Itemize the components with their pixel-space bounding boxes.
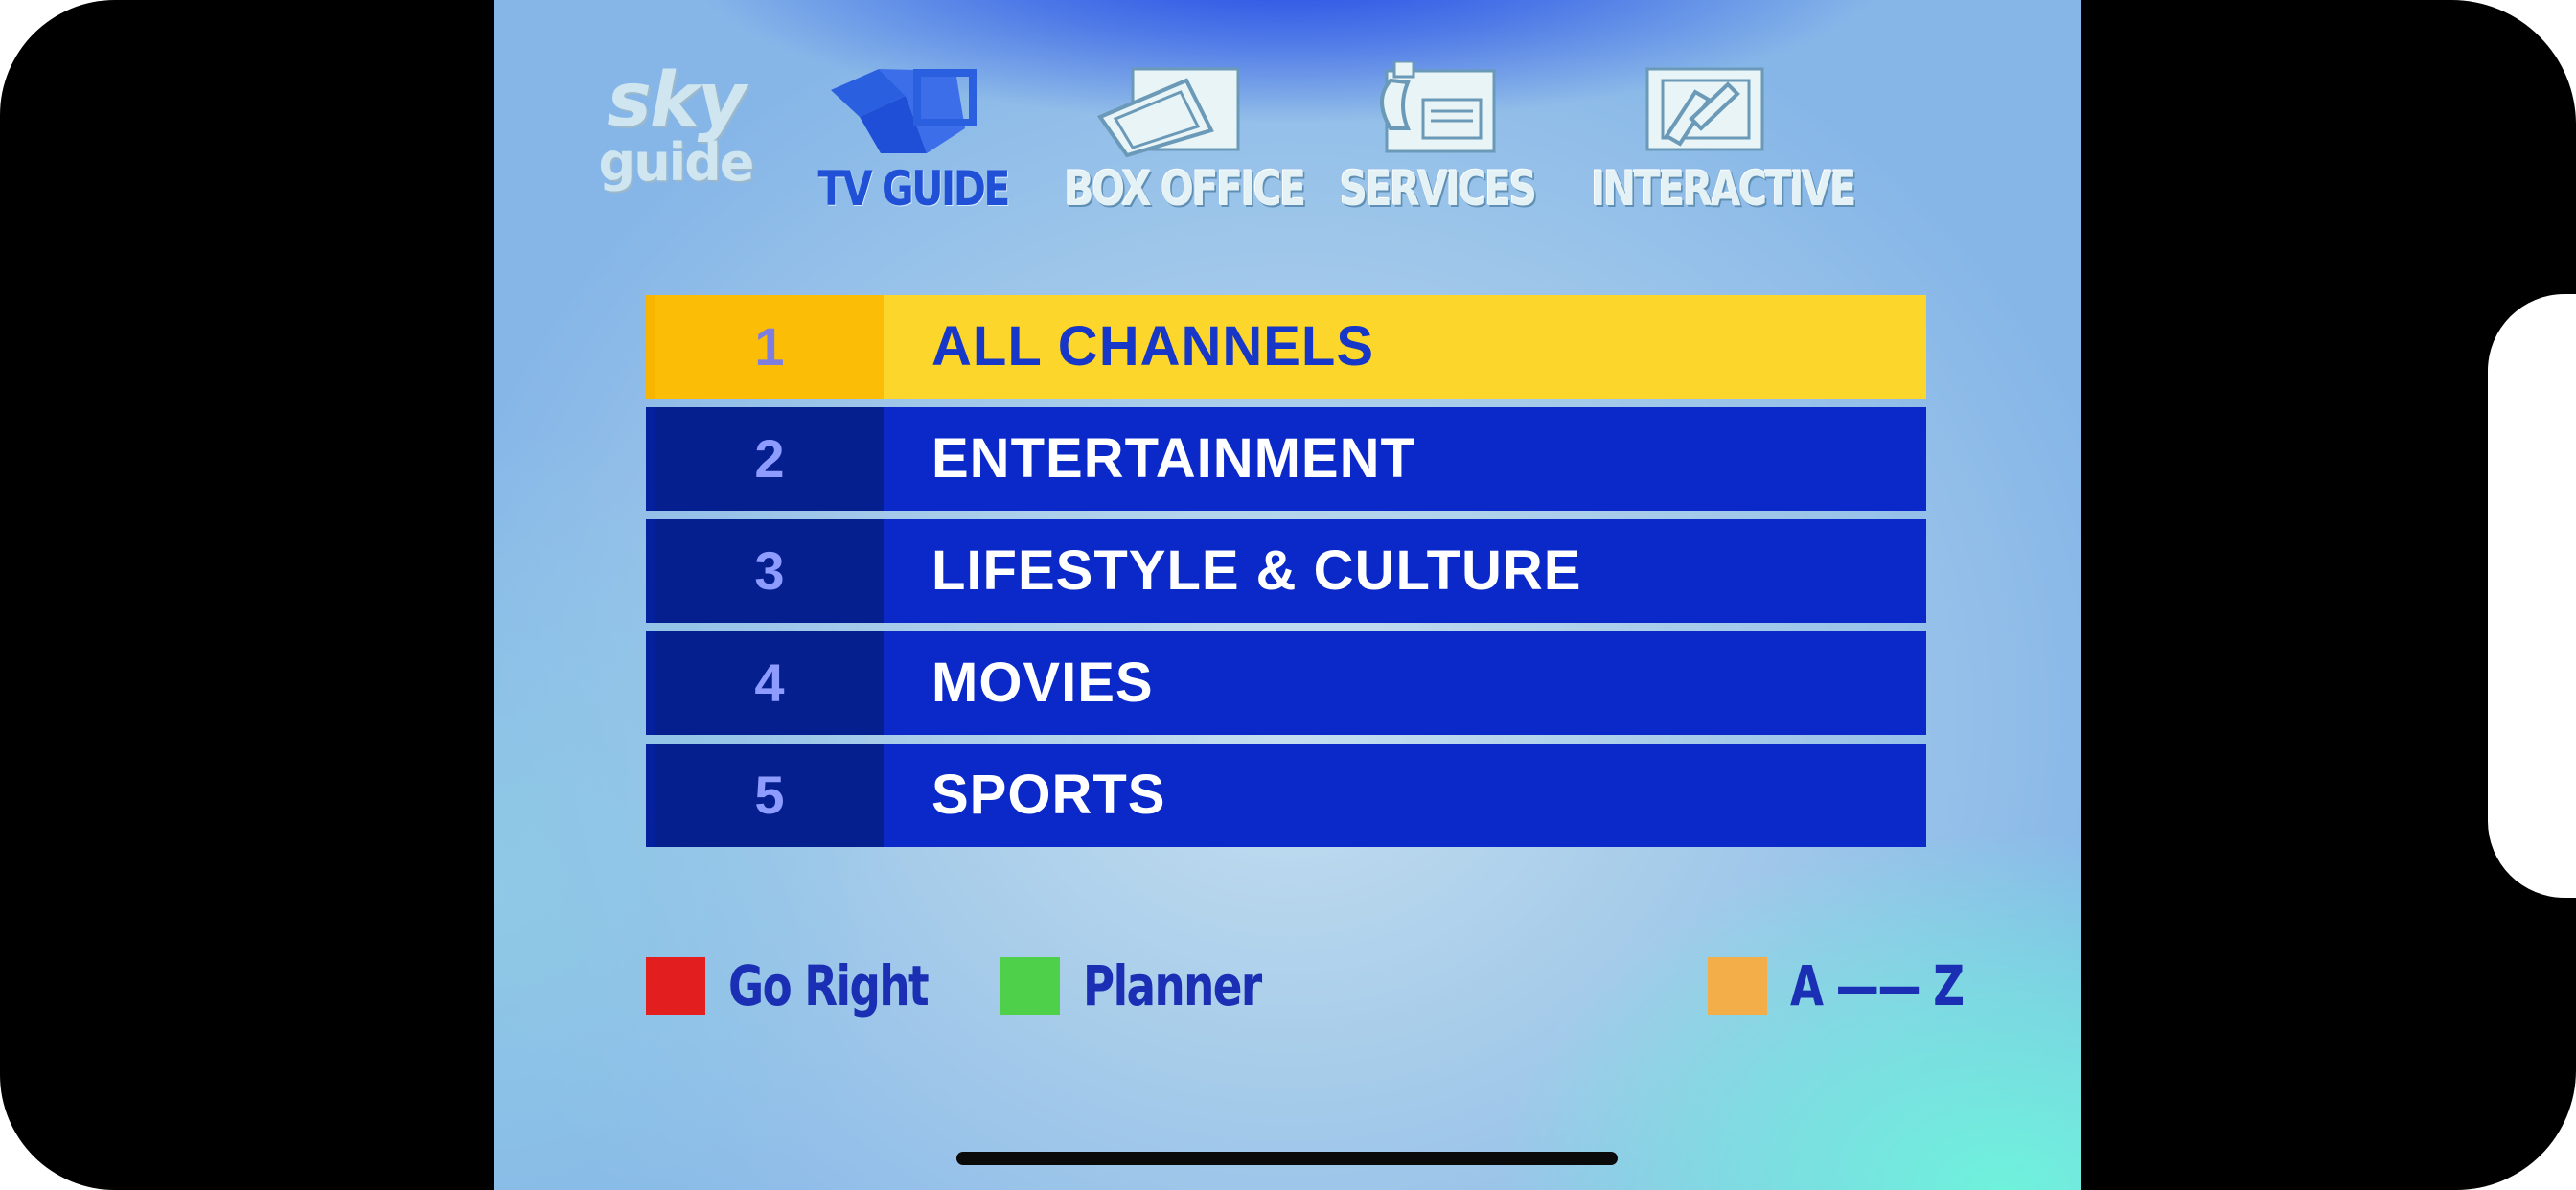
- nav-tv-guide-label: TV GUIDE: [817, 161, 1010, 217]
- nav-tv-guide[interactable]: TV GUIDE: [799, 61, 1010, 224]
- menu-item-number: 4: [656, 631, 884, 735]
- yellow-key-label: A —— Z: [1790, 953, 1965, 1018]
- home-indicator[interactable]: [956, 1152, 1618, 1165]
- sky-guide-logo: sky guide: [594, 57, 757, 220]
- menu-item-number: 3: [656, 519, 884, 623]
- phone-frame: sky guide TV GUIDE BOX OFFICE SERVICES I…: [0, 0, 2576, 1190]
- menu-item-label: ENTERTAINMENT: [932, 427, 1415, 490]
- yellow-button-icon: [1708, 957, 1767, 1015]
- menu-item-number: 2: [656, 407, 884, 511]
- green-key-label: Planner: [1083, 953, 1262, 1018]
- green-key-planner[interactable]: Planner: [1000, 953, 1311, 1018]
- channel-category-menu: 1 ALL CHANNELS 2 ENTERTAINMENT 3 LIFESTY…: [646, 295, 1926, 856]
- menu-item-label: LIFESTYLE & CULTURE: [932, 539, 1582, 602]
- ticket-icon: [1094, 61, 1248, 162]
- top-navigation: sky guide TV GUIDE BOX OFFICE SERVICES I…: [494, 0, 2082, 249]
- green-button-icon: [1000, 957, 1060, 1015]
- red-key-label: Go Right: [728, 953, 930, 1018]
- phone-icon: [1362, 59, 1506, 162]
- nav-services-label: SERVICES: [1339, 161, 1537, 217]
- menu-item-sports[interactable]: 5 SPORTS: [646, 744, 1926, 847]
- nav-interactive[interactable]: INTERACTIVE: [1566, 61, 1856, 224]
- menu-item-all-channels[interactable]: 1 ALL CHANNELS: [646, 295, 1926, 399]
- nav-box-office-label: BOX OFFICE: [1064, 161, 1306, 217]
- red-button-icon: [646, 957, 705, 1015]
- logo-guide-text: guide: [598, 132, 755, 193]
- menu-item-label: ALL CHANNELS: [932, 315, 1375, 378]
- menu-item-number: 1: [656, 295, 884, 399]
- nav-interactive-label: INTERACTIVE: [1591, 161, 1856, 217]
- phone-notch: [2488, 294, 2576, 898]
- yellow-key-a-z[interactable]: A —— Z: [1708, 953, 2012, 1018]
- nav-services[interactable]: SERVICES: [1319, 59, 1549, 224]
- tv-guide-icon: [821, 61, 984, 162]
- menu-item-number: 5: [656, 744, 884, 847]
- menu-item-movies[interactable]: 4 MOVIES: [646, 631, 1926, 735]
- red-key-go-right[interactable]: Go Right: [646, 953, 984, 1018]
- menu-item-label: MOVIES: [932, 652, 1154, 714]
- sky-guide-screen: sky guide TV GUIDE BOX OFFICE SERVICES I…: [494, 0, 2082, 1190]
- menu-item-label: SPORTS: [932, 764, 1166, 826]
- nav-box-office[interactable]: BOX OFFICE: [1041, 61, 1306, 224]
- interactive-icon: [1638, 61, 1772, 162]
- menu-item-lifestyle-culture[interactable]: 3 LIFESTYLE & CULTURE: [646, 519, 1926, 623]
- logo-sky-text: sky: [607, 57, 746, 144]
- menu-item-entertainment[interactable]: 2 ENTERTAINMENT: [646, 407, 1926, 511]
